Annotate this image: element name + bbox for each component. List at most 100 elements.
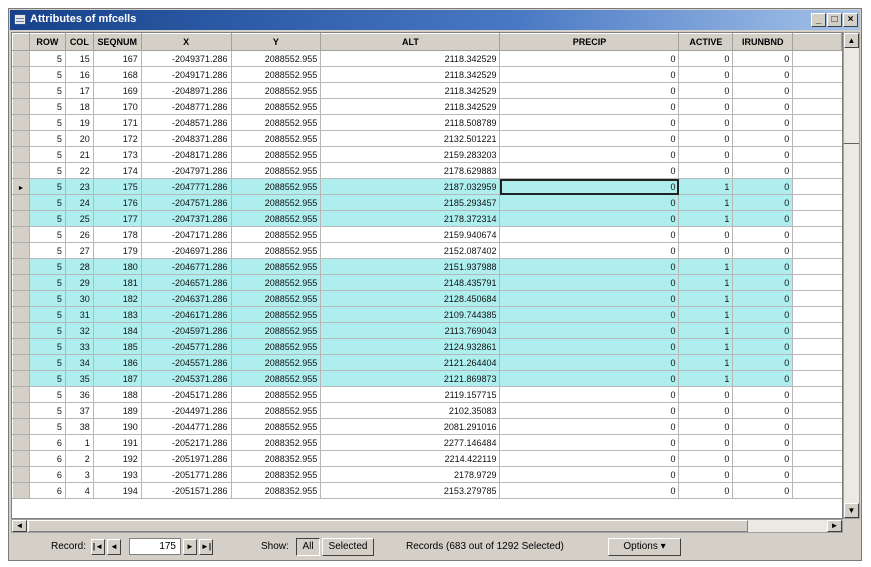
last-record-icon[interactable]: ►|	[199, 539, 213, 555]
cell-col[interactable]: 33	[65, 338, 94, 355]
cell-alt[interactable]: 2132.501221	[320, 130, 501, 147]
cell-col[interactable]: 25	[65, 210, 94, 227]
table-row[interactable]: 5 21 173 -2048171.286 2088552.955 2159.283203…	[12, 146, 842, 163]
table-row[interactable]: 5 19 171 -2048571.286 2088552.955 2118.508789…	[12, 114, 842, 131]
cell-row[interactable]: 5	[29, 418, 66, 435]
cell-x[interactable]: -2048771.286	[141, 98, 232, 115]
cell-alt[interactable]: 2113.769043	[320, 322, 501, 339]
cell-row[interactable]: 5	[29, 386, 66, 403]
cell-col[interactable]: 2	[65, 450, 94, 467]
cell-active[interactable]: 1	[678, 258, 734, 275]
cell-precip[interactable]: 0	[499, 290, 680, 307]
column-header-seqnum[interactable]: SEQNUM	[92, 33, 142, 51]
cell-seqnum[interactable]: 188	[93, 386, 142, 403]
cell-seqnum[interactable]: 174	[93, 162, 142, 179]
cell-irunbnd[interactable]: 0	[732, 178, 794, 195]
cell-row[interactable]: 5	[29, 50, 66, 67]
cell-col[interactable]: 36	[65, 386, 94, 403]
table-row[interactable]: 5 35 187 -2045371.286 2088552.955 2121.869873…	[12, 370, 842, 387]
row-selector[interactable]	[12, 402, 30, 419]
cell-precip[interactable]: 0	[499, 242, 680, 259]
cell-y[interactable]: 2088552.955	[231, 402, 322, 419]
cell-precip[interactable]: 0	[499, 338, 680, 355]
cell-seqnum[interactable]: 194	[93, 482, 142, 499]
cell-col[interactable]: 31	[65, 306, 94, 323]
row-selector[interactable]	[12, 226, 30, 243]
cell-row[interactable]: 6	[29, 466, 66, 483]
cell-alt[interactable]: 2178.9729	[320, 466, 501, 483]
cell-active[interactable]: 1	[678, 354, 734, 371]
cell-active[interactable]: 1	[678, 306, 734, 323]
cell-row[interactable]: 5	[29, 274, 66, 291]
cell-irunbnd[interactable]: 0	[732, 386, 794, 403]
cell-seqnum[interactable]: 173	[93, 146, 142, 163]
cell-alt[interactable]: 2081.291016	[320, 418, 501, 435]
cell-precip[interactable]: 0	[499, 354, 680, 371]
cell-irunbnd[interactable]: 0	[732, 162, 794, 179]
cell-alt[interactable]: 2119.157715	[320, 386, 501, 403]
row-selector[interactable]	[12, 290, 30, 307]
table-row[interactable]: 6 4 194 -2051571.286 2088352.955 2153.279785 0…	[12, 482, 842, 499]
table-row[interactable]: 5 16 168 -2049171.286 2088552.955 2118.342529…	[12, 66, 842, 83]
cell-active[interactable]: 0	[678, 386, 734, 403]
cell-row[interactable]: 5	[29, 114, 66, 131]
cell-irunbnd[interactable]: 0	[732, 402, 794, 419]
cell-seqnum[interactable]: 179	[93, 242, 142, 259]
cell-y[interactable]: 2088552.955	[231, 146, 322, 163]
table-row[interactable]: 5 18 170 -2048771.286 2088552.955 2118.342529…	[12, 98, 842, 115]
row-selector[interactable]	[12, 338, 30, 355]
cell-x[interactable]: -2044771.286	[141, 418, 232, 435]
cell-x[interactable]: -2049171.286	[141, 66, 232, 83]
row-selector[interactable]	[12, 82, 30, 99]
cell-y[interactable]: 2088552.955	[231, 194, 322, 211]
row-selector[interactable]	[12, 66, 30, 83]
cell-y[interactable]: 2088352.955	[231, 482, 322, 499]
cell-seqnum[interactable]: 192	[93, 450, 142, 467]
cell-seqnum[interactable]: 180	[93, 258, 142, 275]
cell-irunbnd[interactable]: 0	[732, 66, 794, 83]
cell-col[interactable]: 1	[65, 434, 94, 451]
cell-y[interactable]: 2088352.955	[231, 434, 322, 451]
cell-row[interactable]: 5	[29, 162, 66, 179]
cell-precip[interactable]: 0	[499, 434, 680, 451]
cell-alt[interactable]: 2128.450684	[320, 290, 501, 307]
cell-irunbnd[interactable]: 0	[732, 370, 794, 387]
cell-y[interactable]: 2088552.955	[231, 242, 322, 259]
cell-x[interactable]: -2046971.286	[141, 242, 232, 259]
cell-active[interactable]: 1	[678, 274, 734, 291]
cell-x[interactable]: -2046171.286	[141, 306, 232, 323]
cell-col[interactable]: 35	[65, 370, 94, 387]
cell-precip[interactable]: 0	[499, 66, 680, 83]
cell-row[interactable]: 5	[29, 66, 66, 83]
cell-alt[interactable]: 2159.283203	[320, 146, 501, 163]
cell-precip[interactable]: 0	[499, 114, 680, 131]
cell-irunbnd[interactable]: 0	[732, 258, 794, 275]
cell-y[interactable]: 2088552.955	[231, 114, 322, 131]
row-selector[interactable]	[12, 434, 30, 451]
row-selector[interactable]	[12, 242, 30, 259]
cell-precip[interactable]: 0	[499, 162, 680, 179]
cell-seqnum[interactable]: 184	[93, 322, 142, 339]
cell-active[interactable]: 1	[678, 178, 734, 195]
row-selector[interactable]	[12, 194, 30, 211]
cell-irunbnd[interactable]: 0	[732, 226, 794, 243]
horizontal-scrollbar[interactable]: ◄ ►	[11, 519, 843, 533]
cell-active[interactable]: 0	[678, 242, 734, 259]
cell-seqnum[interactable]: 181	[93, 274, 142, 291]
cell-alt[interactable]: 2214.422119	[320, 450, 501, 467]
cell-precip[interactable]: 0	[499, 258, 680, 275]
cell-col[interactable]: 15	[65, 50, 94, 67]
cell-active[interactable]: 0	[678, 162, 734, 179]
row-selector[interactable]	[12, 210, 30, 227]
cell-alt[interactable]: 2148.435791	[320, 274, 501, 291]
cell-col[interactable]: 27	[65, 242, 94, 259]
cell-active[interactable]: 1	[678, 322, 734, 339]
cell-x[interactable]: -2046771.286	[141, 258, 232, 275]
cell-col[interactable]: 4	[65, 482, 94, 499]
column-header-alt[interactable]: ALT	[320, 33, 501, 51]
cell-y[interactable]: 2088552.955	[231, 50, 322, 67]
cell-x[interactable]: -2048171.286	[141, 146, 232, 163]
cell-seqnum[interactable]: 170	[93, 98, 142, 115]
cell-irunbnd[interactable]: 0	[732, 98, 794, 115]
cell-y[interactable]: 2088552.955	[231, 418, 322, 435]
